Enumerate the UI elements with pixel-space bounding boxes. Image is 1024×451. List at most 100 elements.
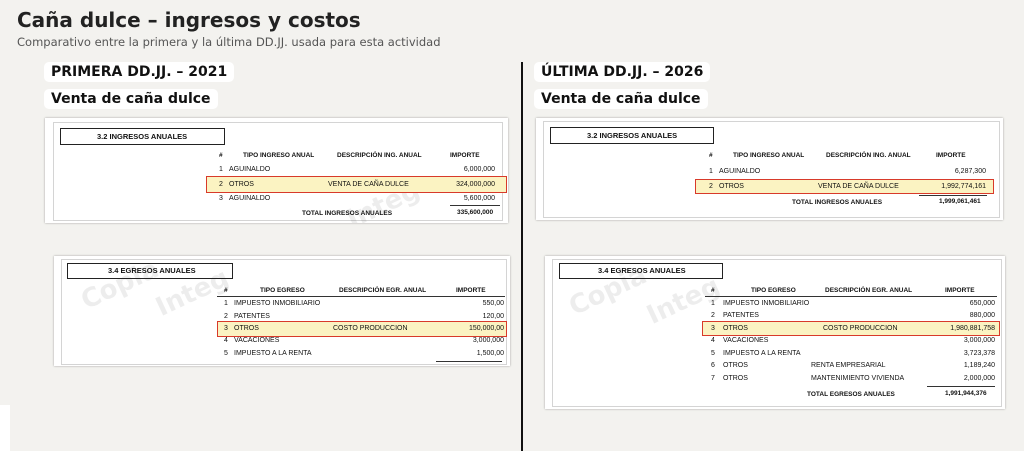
row-num: 1 [711, 300, 715, 307]
row-num: 1 [709, 168, 713, 175]
row-tipo: VACACIONES [723, 337, 769, 344]
row-tipo: OTROS [723, 375, 748, 382]
col-header-desc: DESCRIPCIÓN ING. ANUAL [826, 152, 911, 159]
row-num: 7 [711, 375, 715, 382]
right-egresos-card: Copia Integ 3.4 EGRESOS ANUALES # TIPO E… [545, 256, 1005, 409]
row-tipo: OTROS [723, 362, 748, 369]
row-importe: 550,00 [482, 300, 504, 307]
column-divider [521, 62, 523, 451]
row-importe: 3,000,000 [472, 337, 504, 344]
row-num: 3 [711, 325, 715, 332]
page-subtitle: Comparativo entre la primera y la última… [17, 35, 441, 49]
section-title: 3.2 INGRESOS ANUALES [60, 128, 225, 145]
row-tipo: AGUINALDO [229, 166, 271, 173]
total-rule [436, 361, 502, 362]
row-tipo: PATENTES [234, 313, 270, 320]
row-tipo: OTROS [229, 181, 254, 188]
row-importe: 6,000,000 [463, 166, 495, 173]
row-importe: 880,000 [969, 312, 995, 319]
right-period-label: ÚLTIMA DD.JJ. – 2026 [534, 62, 711, 82]
row-tipo: PATENTES [723, 312, 759, 319]
row-num: 5 [224, 350, 228, 357]
row-importe: 3,723,378 [963, 350, 995, 357]
row-desc: RENTA EMPRESARIAL [811, 362, 886, 369]
row-importe: 1,500,00 [476, 350, 504, 357]
row-tipo: AGUINALDO [719, 168, 761, 175]
blank-region [0, 405, 10, 451]
left-activity-label: Venta de caña dulce [44, 89, 218, 109]
section-title: 3.4 EGRESOS ANUALES [67, 263, 233, 279]
total-label: TOTAL EGRESOS ANUALES [807, 391, 895, 398]
col-header-desc: DESCRIPCIÓN EGR. ANUAL [825, 287, 913, 294]
col-header-importe: IMPORTE [450, 152, 480, 159]
col-header-num: # [709, 152, 713, 159]
col-header-tipo: TIPO EGRESO [751, 287, 796, 294]
total-rule [450, 205, 500, 206]
row-tipo: OTROS [723, 325, 748, 332]
col-header-num: # [711, 287, 715, 294]
row-importe: 6,287,300 [954, 168, 986, 175]
col-header-importe: IMPORTE [456, 287, 486, 294]
total-value: 1,991,944,376 [945, 390, 987, 397]
row-tipo: IMPUESTO A LA RENTA [723, 350, 801, 357]
row-importe: 1,189,240 [963, 362, 995, 369]
row-importe: 1,992,774,161 [941, 183, 986, 190]
row-tipo: OTROS [719, 183, 744, 190]
row-num: 4 [224, 337, 228, 344]
col-header-tipo: TIPO INGRESO ANUAL [733, 152, 805, 159]
row-num: 2 [224, 313, 228, 320]
col-header-importe: IMPORTE [945, 287, 975, 294]
col-header-num: # [224, 287, 228, 294]
total-value: 335,600,000 [457, 209, 494, 216]
row-importe: 150,000,00 [468, 325, 504, 332]
row-tipo: IMPUESTO INMOBILIARIO [723, 300, 810, 307]
section-title: 3.4 EGRESOS ANUALES [559, 263, 723, 279]
col-header-num: # [219, 152, 223, 159]
row-importe: 1,980,881,758 [950, 325, 995, 332]
col-header-tipo: TIPO INGRESO ANUAL [243, 152, 315, 159]
col-header-desc: DESCRIPCIÓN EGR. ANUAL [339, 287, 427, 294]
right-activity-label: Venta de caña dulce [534, 89, 708, 109]
row-tipo: IMPUESTO A LA RENTA [234, 350, 312, 357]
row-desc: VENTA DE CAÑA DULCE [328, 181, 409, 188]
left-egresos-card: Copia Integ 3.4 EGRESOS ANUALES # TIPO E… [54, 256, 510, 366]
total-rule [927, 386, 995, 387]
row-num: 2 [219, 181, 223, 188]
total-rule [919, 195, 987, 196]
row-importe: 5,600,000 [463, 195, 495, 202]
row-tipo: IMPUESTO INMOBILIARIO [234, 300, 321, 307]
row-desc: COSTO PRODUCCION [333, 325, 408, 332]
total-label: TOTAL INGRESOS ANUALES [792, 199, 883, 206]
row-num: 2 [709, 183, 713, 190]
row-importe: 2,000,000 [963, 375, 995, 382]
row-num: 1 [219, 166, 223, 173]
col-header-desc: DESCRIPCIÓN ING. ANUAL [337, 152, 422, 159]
row-num: 2 [711, 312, 715, 319]
row-importe: 120,00 [482, 313, 504, 320]
row-desc: MANTENIMIENTO VIVIENDA [811, 375, 905, 382]
row-desc: VENTA DE CAÑA DULCE [818, 183, 899, 190]
row-importe: 650,000 [969, 300, 995, 307]
left-period-label: PRIMERA DD.JJ. – 2021 [44, 62, 235, 82]
row-importe: 324,000,000 [456, 181, 495, 188]
row-num: 5 [711, 350, 715, 357]
row-tipo: OTROS [234, 325, 259, 332]
right-ingresos-card: 3.2 INGRESOS ANUALES # TIPO INGRESO ANUA… [536, 118, 1003, 220]
row-num: 3 [224, 325, 228, 332]
row-tipo: AGUINALDO [229, 195, 271, 202]
col-header-importe: IMPORTE [936, 152, 966, 159]
row-num: 6 [711, 362, 715, 369]
table-row: 1 [219, 164, 223, 175]
row-num: 3 [219, 195, 223, 202]
total-label: TOTAL INGRESOS ANUALES [302, 210, 393, 217]
row-importe: 3,000,000 [963, 337, 995, 344]
header-rule [217, 296, 505, 297]
row-num: 4 [711, 337, 715, 344]
section-title: 3.2 INGRESOS ANUALES [550, 127, 714, 144]
header-rule [705, 296, 997, 297]
row-tipo: VACACIONES [234, 337, 280, 344]
row-desc: COSTO PRODUCCION [823, 325, 898, 332]
row-num: 1 [224, 300, 228, 307]
page-title: Caña dulce – ingresos y costos [17, 8, 361, 32]
col-header-tipo: TIPO EGRESO [260, 287, 305, 294]
